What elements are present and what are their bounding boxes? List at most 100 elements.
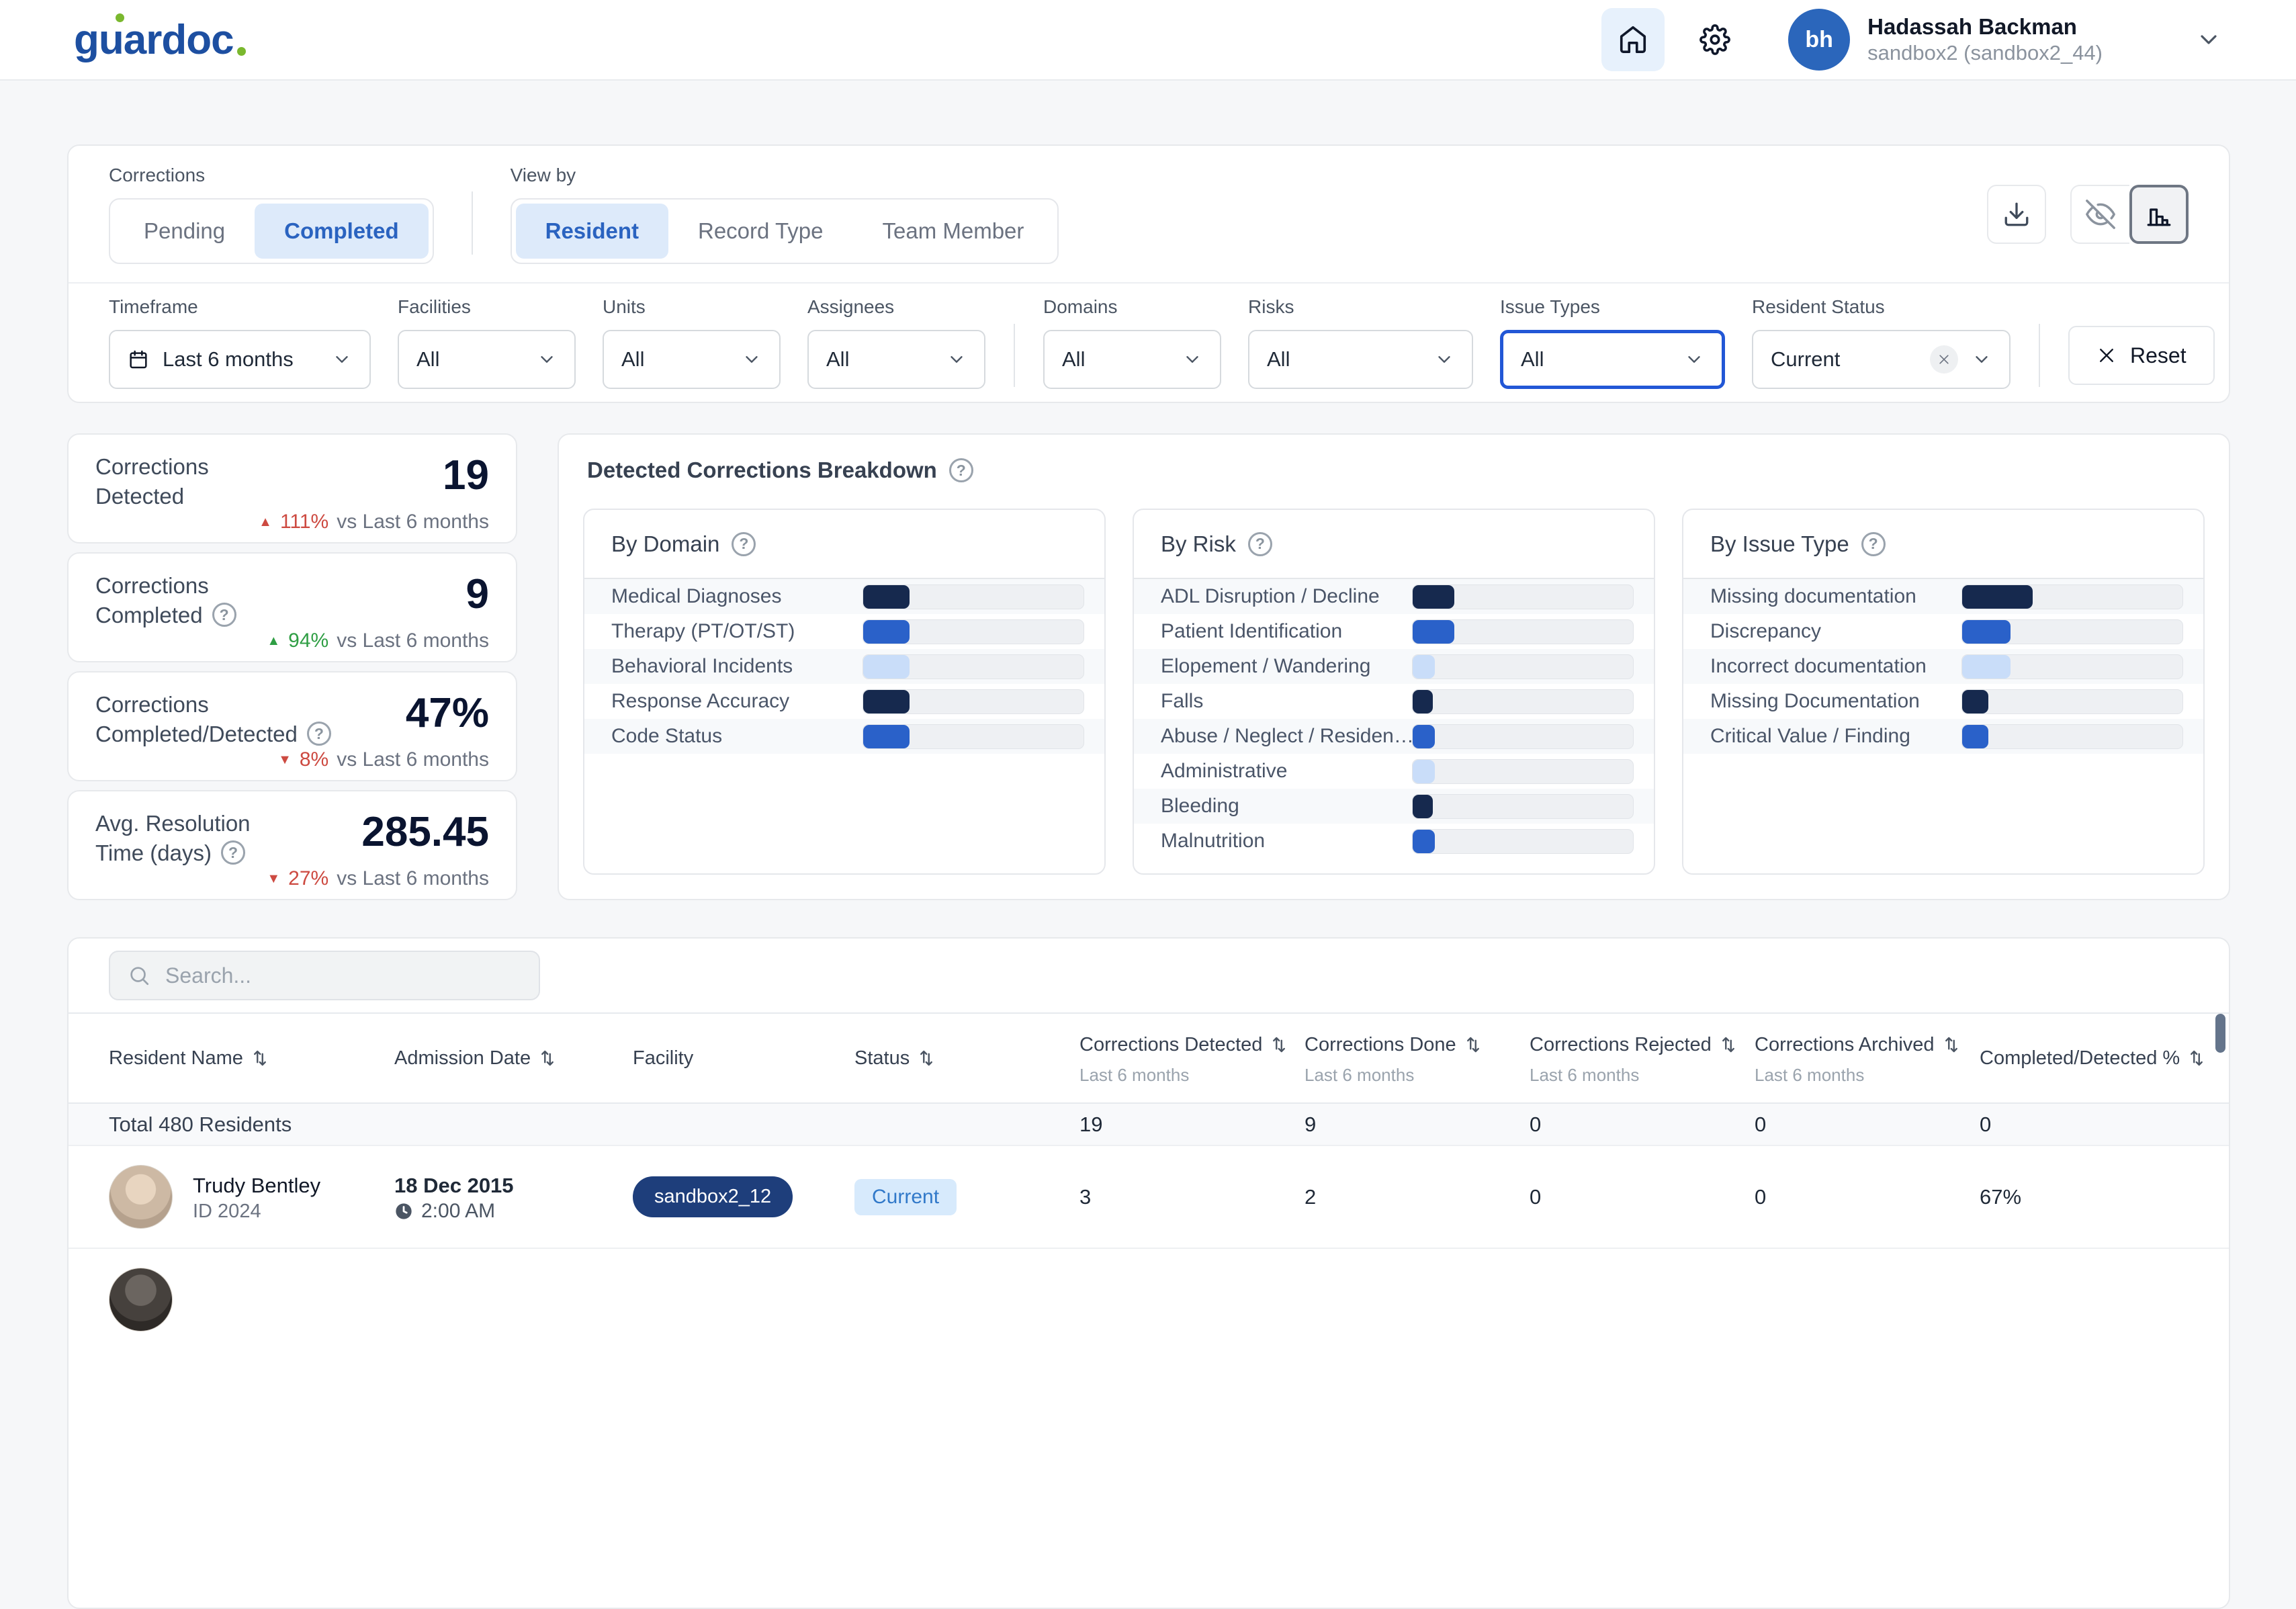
breakdown-bar-track [1961,584,2183,609]
logo-period-dot [237,47,246,56]
breakdown-bar-fill [1413,655,1435,679]
breakdown-row[interactable]: Administrative [1134,754,1654,789]
breakdown-row[interactable]: Missing documentation [1683,579,2203,614]
kpi-title-line: Corrections [95,571,236,601]
column-header-timeframe: Last 6 months [1305,1065,1516,1086]
breakdown-row[interactable]: Medical Diagnoses [584,579,1104,614]
toggle-option-pending[interactable]: Pending [114,204,255,259]
question-icon[interactable]: ? [221,840,245,865]
total-row-value: 0 [1755,1113,1980,1137]
breakdown-row-label: Patient Identification [1161,620,1412,643]
admission-date-cell: 18 Dec 20152:00 AM [394,1171,633,1223]
breakdown-row-label: Malnutrition [1161,830,1412,853]
toggle-option-resident[interactable]: Resident [516,204,668,259]
question-icon[interactable]: ? [732,532,756,556]
facility-badge[interactable]: sandbox2_12 [633,1176,793,1217]
toggle-option-completed[interactable]: Completed [255,204,429,259]
breakdown-row[interactable]: ADL Disruption / Decline [1134,579,1654,614]
sort-icon[interactable] [1269,1035,1289,1055]
column-header-completed-detected-[interactable]: Completed/Detected % [1980,1044,2229,1072]
breakdown-bar-track [1412,654,1634,679]
question-icon[interactable]: ? [1248,532,1272,556]
total-row-value: 0 [1980,1113,2229,1137]
sort-icon[interactable] [537,1048,558,1068]
breakdown-row[interactable]: Abuse / Neglect / Residen… [1134,719,1654,754]
show-charts-button[interactable] [2129,185,2189,244]
breakdown-row[interactable]: Bleeding [1134,789,1654,824]
reset-filters-button[interactable]: Reset [2068,326,2215,385]
filter-select-resident-status[interactable]: Current [1752,330,2011,389]
breakdown-row[interactable]: Behavioral Incidents [584,649,1104,684]
filter-select-issue-types[interactable]: All [1500,330,1725,389]
breakdown-row[interactable]: Elopement / Wandering [1134,649,1654,684]
breakdown-row[interactable]: Patient Identification [1134,614,1654,649]
column-header-admission-date[interactable]: Admission Date [394,1044,633,1072]
breakdown-bar-track [1412,724,1634,749]
toggle-option-team-member[interactable]: Team Member [853,204,1054,259]
sort-icon[interactable] [916,1048,936,1068]
table-scrollbar-thumb[interactable] [2215,1014,2225,1053]
breakdown-row-label: ADL Disruption / Decline [1161,585,1412,608]
delta-value: 8% [300,748,328,771]
kpi-card-corrections-completed-detected: CorrectionsCompleted/Detected?47%▼8%vs L… [67,671,517,781]
breakdown-bar-fill [1962,690,1988,713]
filter-select-assignees[interactable]: All [807,330,985,389]
column-header-corrections-archived[interactable]: Corrections ArchivedLast 6 months [1755,1031,1980,1085]
filter-select-domains[interactable]: All [1043,330,1221,389]
toggle-group-options: ResidentRecord TypeTeam Member [511,198,1059,264]
column-header-label: Admission Date [394,1047,531,1069]
breakdown-row[interactable]: Response Accuracy [584,684,1104,719]
breakdown-row[interactable]: Falls [1134,684,1654,719]
download-button[interactable] [1987,185,2046,244]
breakdown-bar-fill [863,725,910,748]
clear-selection-button[interactable] [1930,345,1958,374]
kpi-card-avg-resolution-time-days-: Avg. ResolutionTime (days)?285.45▼27%vs … [67,790,517,900]
settings-button[interactable] [1683,8,1747,71]
toggle-option-record-type[interactable]: Record Type [668,204,853,259]
hide-charts-button[interactable] [2070,185,2129,244]
table-row[interactable]: Trudy BentleyID 202418 Dec 20152:00 AMsa… [69,1145,2229,1248]
question-icon[interactable]: ? [949,458,973,482]
home-button[interactable] [1601,8,1665,71]
breakdown-row-label: Elopement / Wandering [1161,655,1412,678]
breakdown-row[interactable]: Discrepancy [1683,614,2203,649]
breakdown-bar-fill [1962,725,1988,748]
breakdown-row[interactable]: Incorrect documentation [1683,649,2203,684]
column-header-corrections-detected[interactable]: Corrections DetectedLast 6 months [1079,1031,1305,1085]
filter-select-risks[interactable]: All [1248,330,1473,389]
breakdown-row[interactable]: Missing Documentation [1683,684,2203,719]
question-icon[interactable]: ? [212,603,236,627]
sort-icon[interactable] [1718,1035,1738,1055]
breakdown-bar-track [1412,759,1634,784]
column-header-status[interactable]: Status [854,1044,1079,1072]
question-icon[interactable]: ? [1861,532,1886,556]
chevron-down-icon[interactable] [2195,26,2222,53]
breakdown-row[interactable]: Code Status [584,719,1104,754]
breakdown-row-label: Behavioral Incidents [611,655,863,678]
sort-icon[interactable] [1463,1035,1483,1055]
question-icon[interactable]: ? [307,722,331,746]
sort-icon[interactable] [2187,1048,2207,1068]
column-header-resident-name[interactable]: Resident Name [69,1044,394,1072]
table-row-partial[interactable] [69,1248,2229,1350]
filter-select-facilities[interactable]: All [398,330,576,389]
column-header-corrections-rejected[interactable]: Corrections RejectedLast 6 months [1530,1031,1755,1085]
chart-visibility-toggle [2070,185,2189,244]
sort-icon[interactable] [250,1048,270,1068]
filter-assignees: AssigneesAll [807,296,985,389]
sort-icon[interactable] [1941,1035,1961,1055]
filter-select-units[interactable]: All [603,330,781,389]
column-header-corrections-done[interactable]: Corrections DoneLast 6 months [1305,1031,1530,1085]
app-logo[interactable]: guardoc [74,16,234,64]
search-input[interactable] [164,963,521,989]
kpi-title-line: Corrections [95,690,331,720]
user-menu[interactable]: bh Hadassah Backman sandbox2 (sandbox2_4… [1788,9,2103,71]
delta-down-icon: ▼ [267,872,280,885]
breakdown-row[interactable]: Critical Value / Finding [1683,719,2203,754]
user-text: Hadassah Backman sandbox2 (sandbox2_44) [1867,13,2103,67]
breakdown-row[interactable]: Malnutrition [1134,824,1654,859]
kpi-card-corrections-completed: CorrectionsCompleted?9▲94%vs Last 6 mont… [67,552,517,662]
filter-select-timeframe[interactable]: Last 6 months [109,330,371,389]
logo-accent-dot [116,13,124,22]
breakdown-row[interactable]: Therapy (PT/OT/ST) [584,614,1104,649]
